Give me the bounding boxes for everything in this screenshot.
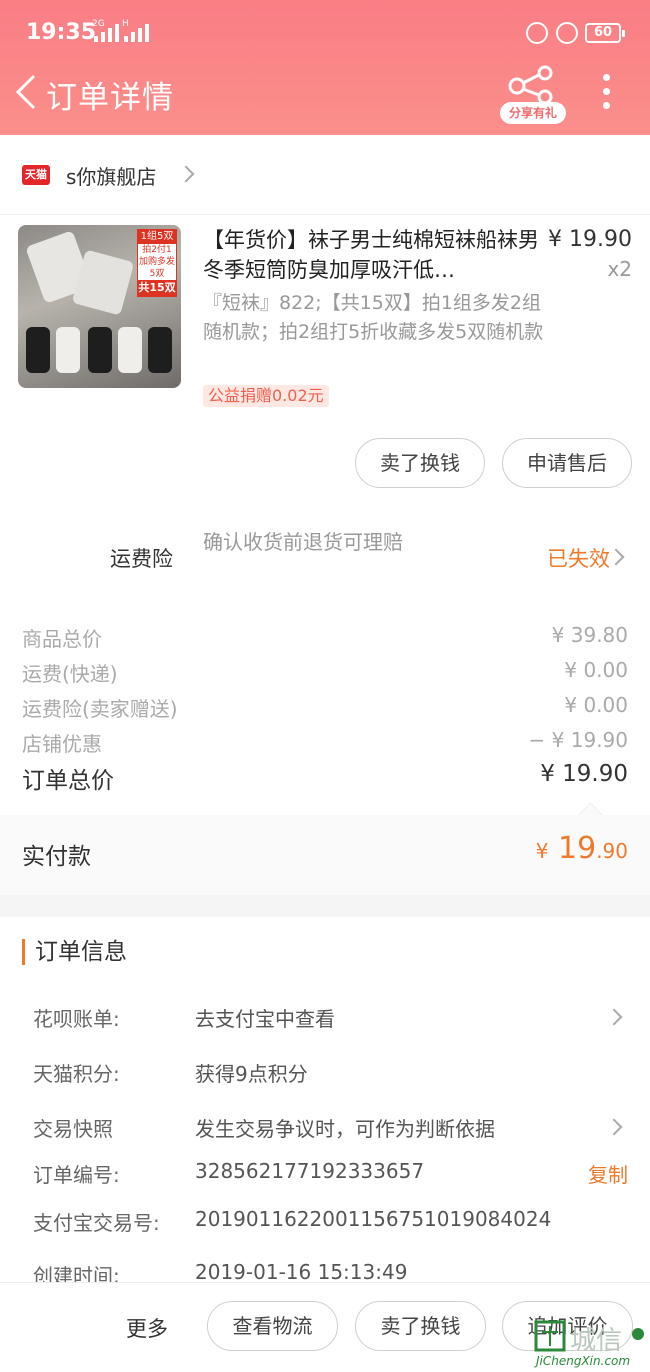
page-title: 订单详情	[46, 80, 174, 116]
fee-label: 商品总价	[22, 627, 102, 651]
battery-icon: 60	[585, 23, 625, 43]
signal-icon-2: H	[122, 20, 149, 42]
order-card: 天猫 s你旗舰店 1组5双 拍2付1 加购多发5双 共15双 【年货价】袜子男士…	[0, 135, 650, 895]
promo-tag-line2: 拍2付1	[142, 245, 172, 255]
chevron-right-icon	[177, 165, 195, 183]
chevron-right-icon[interactable]	[607, 548, 625, 566]
share-label: 分享有礼	[500, 102, 566, 124]
info-value: 2019-01-16 15:13:49	[195, 1260, 408, 1284]
fee-label: 店铺优惠	[22, 732, 102, 756]
promo-tag-line3: 加购多发5双	[138, 257, 175, 279]
paid-amount-box: 实付款 ¥ 19.90	[0, 815, 650, 895]
info-label: 订单编号:	[33, 1163, 120, 1187]
order-total-label: 订单总价	[22, 768, 114, 794]
view-logistics-button[interactable]: 查看物流	[207, 1301, 338, 1351]
info-label: 交易快照	[33, 1117, 113, 1141]
paid-value: ¥ 19.90	[536, 831, 628, 866]
header: 19:35 2G H 60 订单详情 分享有礼	[0, 0, 650, 135]
fee-row-goods: 商品总价 ¥ 39.80	[22, 623, 628, 652]
share-icon	[508, 65, 553, 105]
shipping-insurance-label: 运费险	[110, 547, 173, 571]
chevron-right-icon	[605, 1118, 623, 1136]
product-quantity: x2	[607, 257, 632, 281]
info-label: 天猫积分:	[33, 1062, 120, 1086]
info-value: 328562177192333657	[195, 1159, 425, 1183]
lock-icon	[556, 22, 578, 44]
promo-tag: 1组5双 拍2付1 加购多发5双 共15双	[137, 229, 177, 297]
info-label: 支付宝交易号:	[33, 1211, 160, 1235]
fee-row-insurance: 运费险(卖家赠送) ¥ 0.00	[22, 693, 628, 722]
signal-icon: 2G	[92, 20, 119, 42]
fee-row-discount: 店铺优惠 − ¥ 19.90	[22, 728, 628, 757]
network-type-label-2: H	[122, 19, 129, 29]
fee-value: ¥ 0.00	[564, 693, 628, 717]
watermark-text-en: JiChengXin.com	[536, 1354, 631, 1368]
sell-button[interactable]: 卖了换钱	[355, 1301, 486, 1351]
order-info-title: 订单信息	[22, 939, 127, 965]
fee-value: − ¥ 19.90	[528, 728, 628, 752]
fee-value: ¥ 39.80	[551, 623, 628, 647]
product-price: ¥ 19.90	[548, 227, 632, 252]
after-sale-button[interactable]: 申请售后	[502, 438, 632, 488]
promo-tag-line1: 1组5双	[138, 230, 176, 244]
fee-row-shipping: 运费(快递) ¥ 0.00	[22, 658, 628, 687]
order-total-row: 订单总价 ¥ 19.90	[22, 761, 628, 795]
product-image[interactable]: 1组5双 拍2付1 加购多发5双 共15双	[18, 225, 181, 388]
more-button[interactable]: 更多	[126, 1313, 168, 1343]
fee-value: ¥ 0.00	[564, 658, 628, 682]
paid-integer: 19	[558, 831, 597, 866]
info-label: 花呗账单:	[33, 1007, 120, 1031]
paid-decimal: .90	[596, 839, 628, 863]
promo-tag-line4: 共15双	[138, 280, 176, 296]
sell-item-button[interactable]: 卖了换钱	[355, 438, 485, 488]
chevron-right-icon	[605, 1008, 623, 1026]
status-bar: 19:35 2G H 60	[0, 0, 650, 66]
order-total-value: ¥ 19.90	[540, 761, 628, 787]
network-type-label: 2G	[92, 19, 105, 29]
shipping-insurance-status[interactable]: 已失效	[547, 543, 610, 573]
vibrate-icon	[526, 22, 548, 44]
shop-name: s你旗舰店	[66, 165, 157, 189]
fee-label: 运费险(卖家赠送)	[22, 697, 178, 721]
more-menu-icon[interactable]	[594, 74, 618, 114]
shop-row[interactable]: 天猫 s你旗舰店	[0, 135, 650, 215]
info-value: 2019011622001156751019084024	[195, 1207, 552, 1231]
share-button[interactable]: 分享有礼	[500, 64, 566, 124]
charity-badge: 公益捐赠0.02元	[203, 385, 329, 407]
watermark-text-cn: 城信	[570, 1326, 623, 1356]
fee-label: 运费(快递)	[22, 662, 118, 686]
status-time: 19:35	[26, 20, 97, 45]
shipping-insurance-desc: 确认收货前退货可理赔	[203, 530, 403, 554]
back-arrow-icon[interactable]	[12, 72, 44, 112]
copy-button[interactable]: 复制	[588, 1159, 628, 1188]
info-value: 获得9点积分	[195, 1062, 308, 1086]
info-value: 去支付宝中查看	[195, 1007, 335, 1031]
tmall-logo-icon: 天猫	[22, 165, 50, 185]
info-value: 发生交易争议时，可作为判断依据	[195, 1117, 495, 1141]
watermark-logo: 城信 JiChengXin.com	[532, 1318, 650, 1372]
paid-label: 实付款	[22, 844, 91, 870]
paid-currency: ¥	[535, 839, 549, 863]
product-title[interactable]: 【年货价】袜子男士纯棉短袜船袜男冬季短筒防臭加厚吸汗低…	[203, 225, 543, 285]
product-sku: 『短袜』822;【共15双】拍1组多发2组随机款；拍2组打5折收藏多发5双随机款	[203, 292, 544, 343]
